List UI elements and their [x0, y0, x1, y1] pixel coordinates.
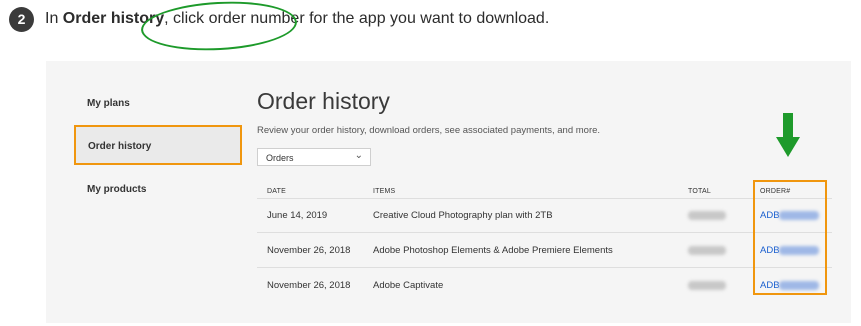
divider — [257, 198, 832, 199]
step-number-badge: 2 — [9, 7, 34, 32]
order-date: November 26, 2018 — [267, 245, 351, 256]
sidebar-item-label: Order history — [88, 141, 152, 152]
sidebar-item-my-products[interactable]: My products — [87, 184, 146, 195]
highlight-ellipse-annotation — [139, 0, 299, 55]
column-header-date: DATE — [267, 188, 286, 195]
page-description: Review your order history, download orde… — [257, 125, 601, 136]
orders-filter-select[interactable]: Orders ⌄ — [257, 148, 371, 166]
divider — [257, 232, 832, 233]
order-date: June 14, 2019 — [267, 210, 328, 221]
order-items: Adobe Photoshop Elements & Adobe Premier… — [373, 245, 613, 256]
select-value: Orders — [266, 153, 294, 163]
page-title: Order history — [257, 88, 390, 114]
sidebar-item-my-plans[interactable]: My plans — [87, 98, 130, 109]
order-date: November 26, 2018 — [267, 280, 351, 291]
column-header-total: TOTAL — [688, 188, 711, 195]
divider — [257, 267, 832, 268]
order-column-highlight-box — [753, 180, 827, 295]
chevron-down-icon: ⌄ — [354, 150, 363, 161]
sidebar-item-order-history[interactable]: Order history — [74, 125, 242, 165]
redacted-total — [688, 281, 726, 290]
order-items: Adobe Captivate — [373, 280, 444, 291]
order-items: Creative Cloud Photography plan with 2TB — [373, 210, 553, 221]
redacted-total — [688, 211, 726, 220]
column-header-items: ITEMS — [373, 188, 396, 195]
instruction-text: In Order history, click order number for… — [45, 10, 550, 27]
down-arrow-annotation-icon — [776, 113, 800, 161]
account-panel: My plans Order history My products Order… — [46, 61, 851, 323]
redacted-total — [688, 246, 726, 255]
